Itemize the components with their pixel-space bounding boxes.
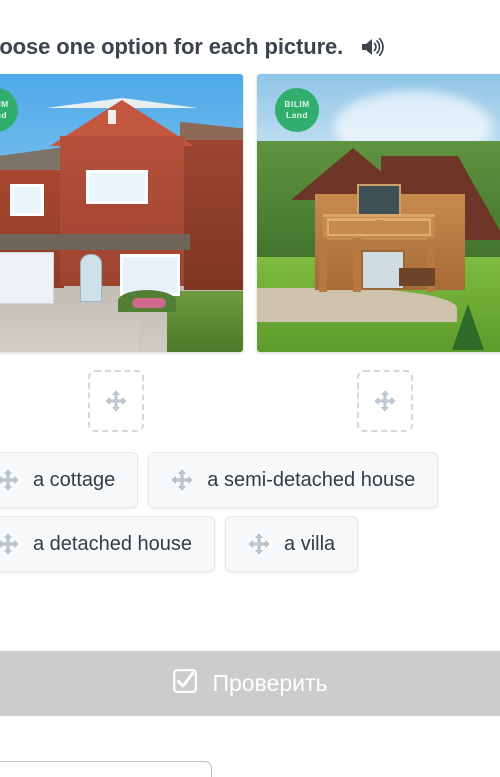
- move-icon: [105, 390, 127, 412]
- dropzone-column-2: [257, 370, 500, 434]
- picture-1-image: [0, 74, 243, 352]
- answer-option-label: a villa: [284, 533, 336, 555]
- move-icon: [0, 533, 19, 555]
- check-button-label: Проверить: [212, 670, 328, 696]
- move-icon: [374, 390, 396, 412]
- watermark-line-1: BILIM: [0, 99, 9, 109]
- dropzone-column-1: [0, 370, 243, 434]
- answer-option-row-2: a detached house a villa: [0, 516, 500, 572]
- watermark-line-2: Land: [0, 110, 7, 120]
- move-icon: [0, 469, 19, 491]
- answer-option-label: a detached house: [33, 533, 193, 555]
- answer-option-a-cottage[interactable]: a cottage: [0, 452, 139, 508]
- move-icon: [171, 469, 193, 491]
- watermark-line-2: Land: [286, 110, 308, 120]
- picture-card-1[interactable]: BILIM Land: [0, 74, 243, 352]
- watermark-line-1: BILIM: [284, 99, 310, 109]
- answer-option-label: a cottage: [33, 469, 116, 491]
- checkbox-checked-icon: [172, 668, 198, 699]
- move-icon: [248, 533, 270, 555]
- page-title: hoose one option for each picture.: [0, 34, 344, 59]
- bilim-land-watermark: BILIM Land: [275, 88, 319, 132]
- task-header: hoose one option for each picture.: [0, 30, 500, 64]
- dropzone-2[interactable]: [356, 370, 413, 432]
- answer-option-label: a semi-detached house: [207, 469, 416, 491]
- answer-option-a-villa[interactable]: a villa: [225, 516, 359, 572]
- answer-option-a-semi-detached-house[interactable]: a semi-detached house: [148, 452, 439, 508]
- answer-option-list: a cottage a semi-detached house a detach…: [0, 452, 500, 580]
- dropzone-list: [0, 370, 500, 434]
- picture-card-list: BILIM Land: [0, 74, 500, 352]
- answer-option-row-1: a cottage a semi-detached house: [0, 452, 500, 508]
- picture-card-2[interactable]: BILIM Land: [257, 74, 500, 352]
- check-button[interactable]: Проверить: [0, 651, 500, 716]
- answer-option-a-detached-house[interactable]: a detached house: [0, 516, 216, 572]
- bottom-partial-panel: [0, 761, 212, 777]
- exercise-page: hoose one option for each picture. M d B…: [0, 0, 500, 777]
- speaker-icon[interactable]: [359, 34, 385, 60]
- dropzone-1[interactable]: [87, 370, 144, 432]
